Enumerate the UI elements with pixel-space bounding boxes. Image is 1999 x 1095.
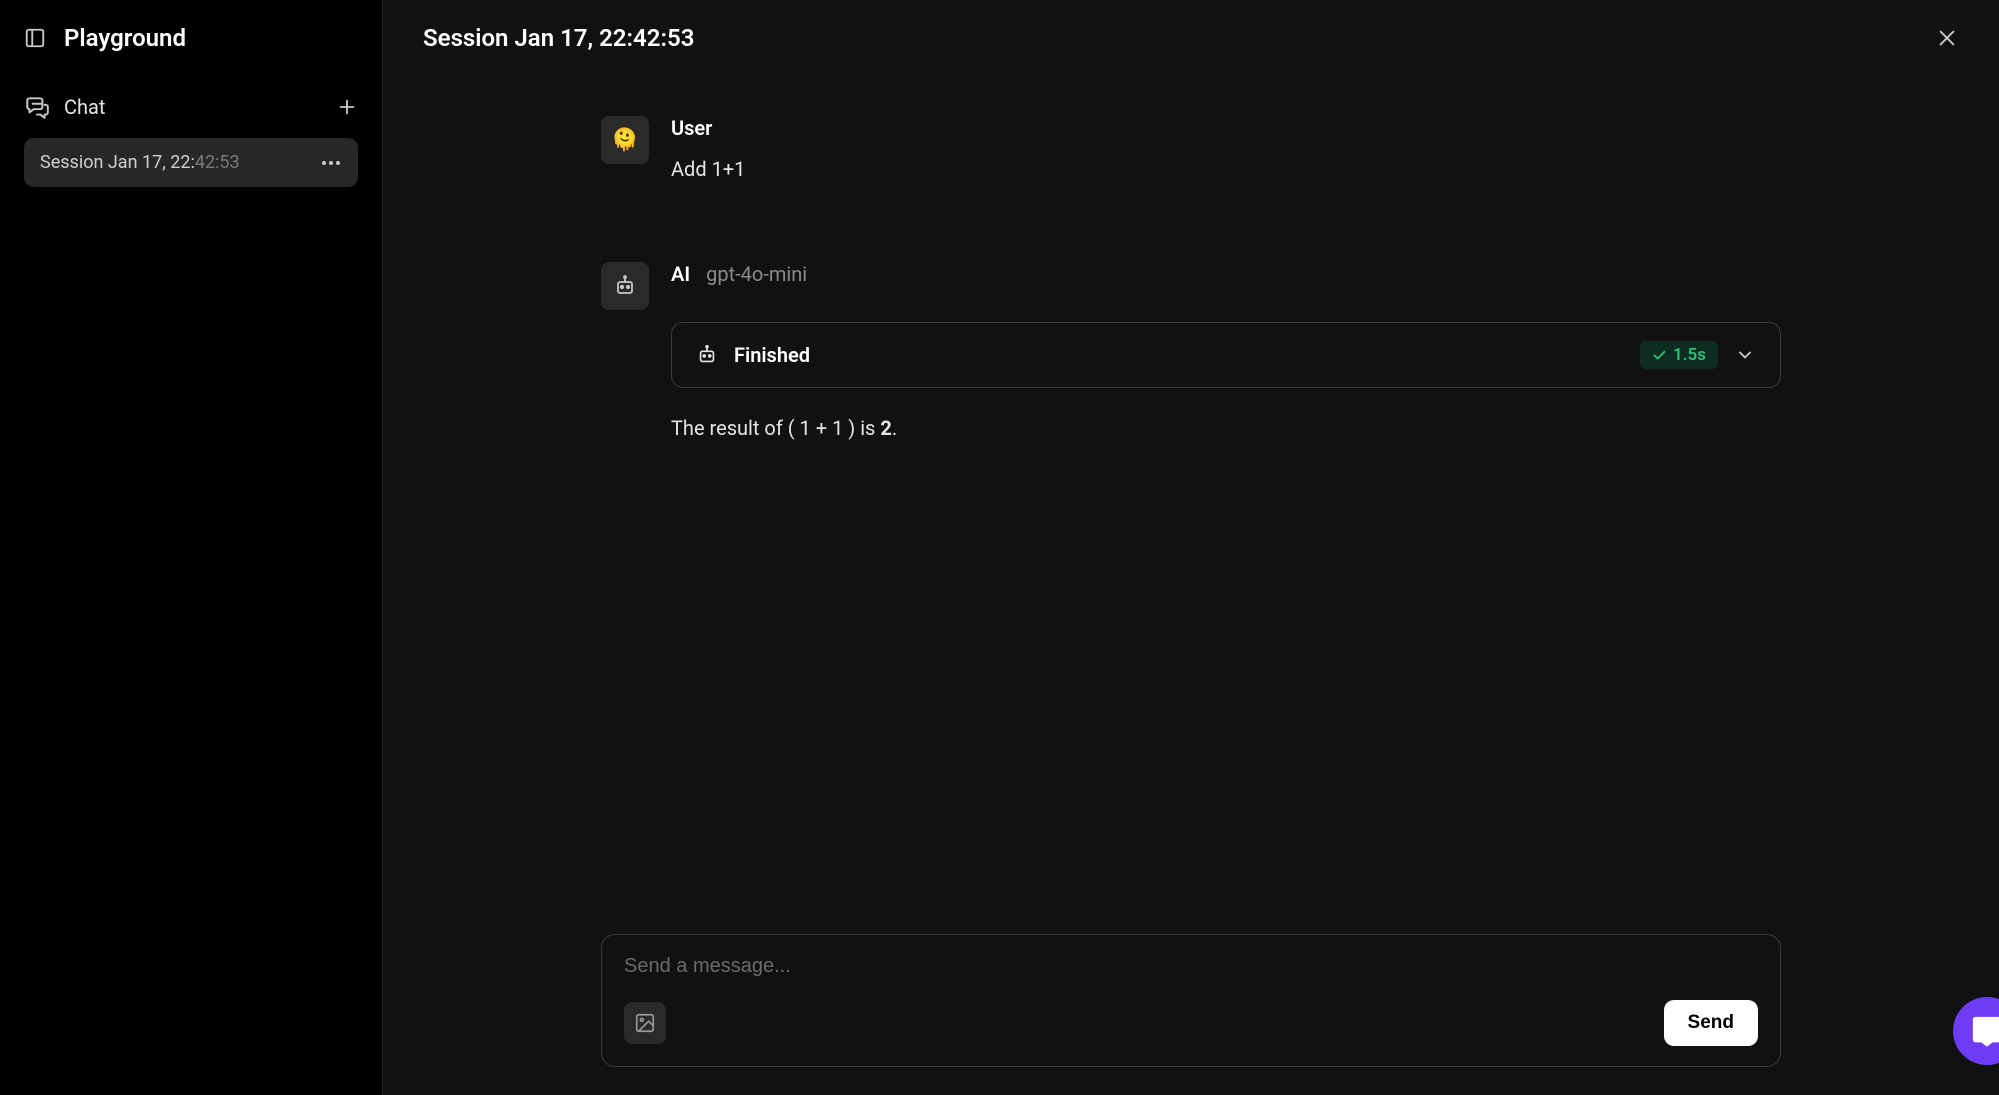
robot-icon: [613, 274, 637, 298]
user-role-label: User: [671, 116, 712, 140]
collapse-sidebar-icon[interactable]: [24, 27, 46, 49]
ai-response-prefix: The result of ( 1 + 1 ) is: [671, 416, 880, 440]
conversation: 🫠 User Add 1+1: [383, 76, 1999, 934]
session-name-dim: 42:53: [195, 152, 240, 173]
chat-section-header: Chat: [24, 80, 358, 138]
session-item[interactable]: Session Jan 17, 22:42:53: [24, 138, 358, 187]
user-message-content: User Add 1+1: [671, 116, 1781, 184]
duration-text: 1.5s: [1673, 345, 1706, 365]
user-avatar-emoji: 🫠: [611, 128, 638, 153]
intercom-icon: [1970, 1014, 1999, 1048]
user-message-text: Add 1+1: [671, 154, 1781, 184]
chat-icon: [24, 94, 50, 120]
ai-response-bold: 2: [880, 416, 891, 440]
duration-badge: 1.5s: [1640, 341, 1718, 369]
composer: Send: [601, 934, 1781, 1067]
ai-message: AI gpt-4o-mini: [601, 262, 1781, 444]
app-title: Playground: [64, 24, 186, 52]
session-item-label: Session Jan 17, 22:42:53: [40, 152, 240, 173]
message-input[interactable]: [624, 955, 1758, 978]
ai-message-content: AI gpt-4o-mini: [671, 262, 1781, 444]
ai-role-row: AI gpt-4o-mini: [671, 262, 1781, 286]
composer-toolbar: Send: [624, 1000, 1758, 1046]
sidebar: Playground Chat: [0, 0, 383, 1095]
status-right: 1.5s: [1640, 341, 1756, 369]
ai-avatar: [601, 262, 649, 310]
send-button[interactable]: Send: [1664, 1000, 1758, 1046]
ai-response-suffix: .: [892, 416, 897, 440]
close-button[interactable]: [1935, 26, 1959, 50]
attach-image-button[interactable]: [624, 1002, 666, 1044]
sidebar-chat-section: Chat Session Jan 17, 22:42:53: [0, 80, 382, 187]
chat-section-left: Chat: [24, 94, 105, 120]
check-icon: [1652, 348, 1667, 363]
sidebar-header: Playground: [0, 24, 382, 80]
session-menu-button[interactable]: [320, 159, 342, 167]
ai-response-text: The result of ( 1 + 1 ) is 2.: [671, 412, 1781, 444]
ai-model-label: gpt-4o-mini: [706, 262, 807, 286]
status-card[interactable]: Finished 1.5s: [671, 322, 1781, 388]
status-left: Finished: [696, 343, 810, 367]
robot-icon: [696, 344, 718, 366]
user-avatar: 🫠: [601, 116, 649, 164]
session-name-prefix: Session Jan 17, 22:: [40, 152, 195, 173]
status-label: Finished: [734, 343, 810, 367]
chevron-down-icon[interactable]: [1734, 344, 1756, 366]
new-chat-button[interactable]: [336, 96, 358, 118]
image-icon: [634, 1012, 656, 1034]
chat-label: Chat: [64, 95, 105, 119]
main-header: Session Jan 17, 22:42:53: [383, 0, 1999, 76]
page-title: Session Jan 17, 22:42:53: [423, 24, 694, 52]
ai-role-label: AI: [671, 262, 690, 286]
user-role-row: User: [671, 116, 1781, 140]
main-panel: Session Jan 17, 22:42:53 🫠 User Add 1+1: [383, 0, 1999, 1095]
composer-wrap: Send: [383, 934, 1999, 1095]
user-message: 🫠 User Add 1+1: [601, 116, 1781, 184]
